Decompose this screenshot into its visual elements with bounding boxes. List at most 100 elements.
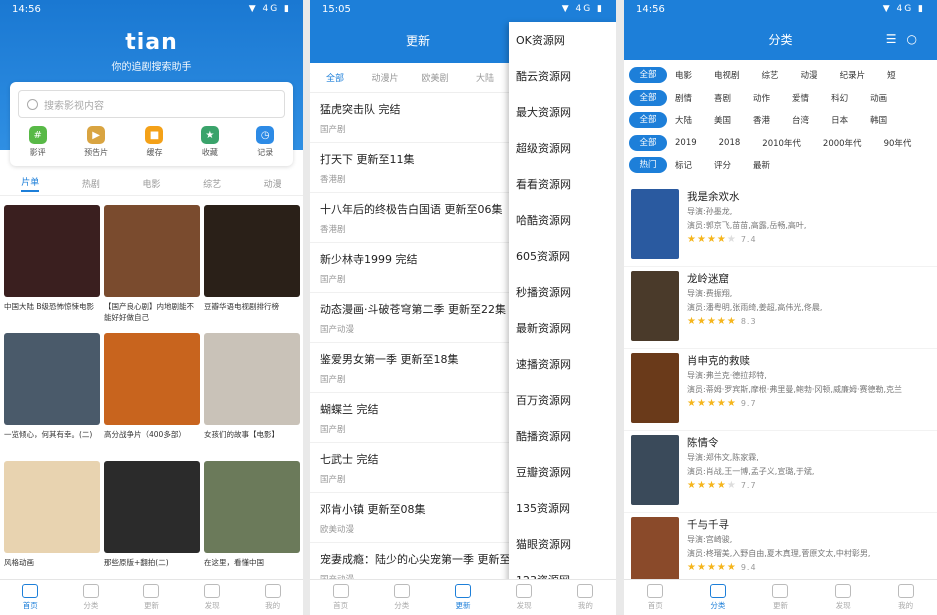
movie-row[interactable]: 我是余欢水 导演:孙墨龙, 演员:郭京飞,苗苗,高露,岳畅,高叶, ★★★★★ 7.4: [624, 185, 937, 267]
source-menu-item[interactable]: 百万资源网: [509, 382, 616, 418]
search-icon[interactable]: ○: [907, 32, 927, 46]
tab-2[interactable]: 电影: [142, 177, 160, 190]
source-menu-item[interactable]: 豆瓣资源网: [509, 454, 616, 490]
tab-1[interactable]: 热剧: [82, 177, 100, 190]
playlist-tile[interactable]: 豆瓣华语电视剧排行榜: [204, 205, 303, 325]
nav-item-4[interactable]: 我的: [264, 584, 281, 611]
nav-item-2[interactable]: 更新: [454, 584, 471, 611]
nav-item-0[interactable]: 首页: [647, 584, 664, 611]
filter-option[interactable]: 爱情: [792, 92, 809, 104]
filter-option[interactable]: 台湾: [792, 114, 809, 126]
filter-pill[interactable]: 全部: [629, 67, 667, 84]
nav-item-3[interactable]: 发现: [835, 584, 852, 611]
filter-option[interactable]: 2018: [719, 138, 741, 148]
filter-option[interactable]: 2000年代: [823, 137, 862, 149]
nav-item-4[interactable]: 我的: [897, 584, 914, 611]
quick-action-1[interactable]: ▶ 预告片: [84, 126, 108, 158]
source-menu-item[interactable]: 最新资源网: [509, 310, 616, 346]
filter-option[interactable]: 香港: [753, 114, 770, 126]
filter-option[interactable]: 喜剧: [714, 92, 731, 104]
filter-option[interactable]: 动漫: [801, 69, 818, 81]
search-input[interactable]: 搜索影视内容: [18, 90, 285, 118]
filter-option[interactable]: 剧情: [675, 92, 692, 104]
tab-0[interactable]: 全部: [310, 71, 360, 84]
filter-pill[interactable]: 全部: [629, 89, 667, 106]
source-menu-item[interactable]: 秒播资源网: [509, 274, 616, 310]
nav-item-2[interactable]: 更新: [143, 584, 160, 611]
nav-item-1[interactable]: 分类: [709, 584, 726, 611]
filter-option[interactable]: 标记: [675, 159, 692, 171]
source-menu-item[interactable]: 135资源网: [509, 490, 616, 526]
playlist-tile[interactable]: 高分战争片（400多部）: [104, 333, 204, 453]
source-menu-item[interactable]: OK资源网: [509, 22, 616, 58]
quick-action-3[interactable]: ★ 收藏: [200, 126, 219, 158]
filter-option[interactable]: 动作: [753, 92, 770, 104]
movie-score: 9.4: [740, 563, 757, 572]
filter-pill[interactable]: 热门: [629, 157, 667, 174]
filter-option[interactable]: 2019: [675, 138, 697, 148]
star-icon: ★: [706, 562, 717, 573]
quick-action-2[interactable]: ■ 缓存: [145, 126, 164, 158]
quick-action-0[interactable]: # 影评: [28, 126, 47, 158]
filter-option[interactable]: 科幻: [831, 92, 848, 104]
tab-1[interactable]: 动漫片: [360, 71, 410, 84]
source-menu-item[interactable]: 猫眼资源网: [509, 526, 616, 562]
source-menu-item[interactable]: 速播资源网: [509, 346, 616, 382]
filter-option[interactable]: 动画: [870, 92, 887, 104]
nav-item-0[interactable]: 首页: [22, 584, 39, 611]
tab-3[interactable]: 综艺: [203, 177, 221, 190]
playlist-tile[interactable]: 在这里，看懂中国: [204, 461, 303, 581]
nav-item-1[interactable]: 分类: [393, 584, 410, 611]
movie-row[interactable]: 龙岭迷窟 导演:费振翔, 演员:潘粤明,张雨绮,姜超,高伟光,佟晨, ★★★★★ 8.3: [624, 267, 937, 349]
filter-option[interactable]: 电影: [675, 69, 692, 81]
filter-option[interactable]: 综艺: [762, 69, 779, 81]
playlist-tile[interactable]: 【国产良心剧】内地剧能不能好好做自己: [104, 205, 204, 325]
filter-option[interactable]: 短: [887, 69, 896, 81]
filter-option[interactable]: 2010年代: [762, 137, 801, 149]
nav-item-1[interactable]: 分类: [82, 584, 99, 611]
movie-row[interactable]: 肖申克的救赎 导演:弗兰克·德拉邦特, 演员:蒂姆·罗宾斯,摩根·弗里曼,鲍勃·冈顿…: [624, 349, 937, 431]
source-menu-item[interactable]: 酷播资源网: [509, 418, 616, 454]
quick-action-label: 缓存: [146, 148, 163, 157]
source-menu-item[interactable]: 超级资源网: [509, 130, 616, 166]
filter-option[interactable]: 大陆: [675, 114, 692, 126]
playlist-tile[interactable]: 风格动画: [4, 461, 104, 581]
filter-row: 全部 电影 电视剧 综艺 动漫 纪录片 短: [624, 64, 937, 87]
playlist-tile[interactable]: 那些原版+翻拍(二): [104, 461, 204, 581]
nav-item-3[interactable]: 发现: [204, 584, 221, 611]
filter-option[interactable]: 美国: [714, 114, 731, 126]
tab-3[interactable]: 大陆: [460, 71, 510, 84]
nav-item-2[interactable]: 更新: [772, 584, 789, 611]
source-menu-item[interactable]: 605资源网: [509, 238, 616, 274]
filter-option[interactable]: 电视剧: [714, 69, 740, 81]
star-rating: ★★★★★ 9.7: [687, 397, 927, 411]
filter-pill[interactable]: 全部: [629, 134, 667, 151]
filter-option[interactable]: 韩国: [870, 114, 887, 126]
star-icon: ★: [726, 562, 737, 573]
playlist-tile[interactable]: 中国大陆 B级恐怖惊悚电影: [4, 205, 104, 325]
nav-item-0[interactable]: 首页: [332, 584, 349, 611]
nav-icon: [264, 584, 281, 598]
source-menu-item[interactable]: 最大资源网: [509, 94, 616, 130]
tab-4[interactable]: 动漫: [264, 177, 282, 190]
filter-pill[interactable]: 全部: [629, 112, 667, 129]
nav-item-3[interactable]: 发现: [516, 584, 533, 611]
tab-0[interactable]: 片单: [21, 175, 40, 192]
source-menu-item[interactable]: 酷云资源网: [509, 58, 616, 94]
filter-option[interactable]: 90年代: [884, 137, 912, 149]
movie-row[interactable]: 陈情令 导演:郑伟文,陈家霖, 演员:肖战,王一博,孟子义,宣璐,于斌, ★★★★★ 7…: [624, 431, 937, 513]
playlist-tile[interactable]: 一览倾心，何其有幸。(二): [4, 333, 104, 453]
quick-action-4[interactable]: ◷ 记录: [256, 126, 275, 158]
nav-item-4[interactable]: 我的: [577, 584, 594, 611]
source-menu-item[interactable]: 看看资源网: [509, 166, 616, 202]
status-bar: 14:56 ▼ 4G ▮: [624, 0, 937, 18]
star-icon: ★: [706, 480, 717, 491]
filter-option[interactable]: 纪录片: [840, 69, 866, 81]
tab-2[interactable]: 欧美剧: [410, 71, 460, 84]
playlist-tile[interactable]: 女孩们的故事【电影】: [204, 333, 303, 453]
list-view-icon[interactable]: ☰: [886, 32, 907, 46]
filter-option[interactable]: 日本: [831, 114, 848, 126]
source-menu-item[interactable]: 哈酷资源网: [509, 202, 616, 238]
filter-option[interactable]: 最新: [753, 159, 770, 171]
filter-option[interactable]: 评分: [714, 159, 731, 171]
